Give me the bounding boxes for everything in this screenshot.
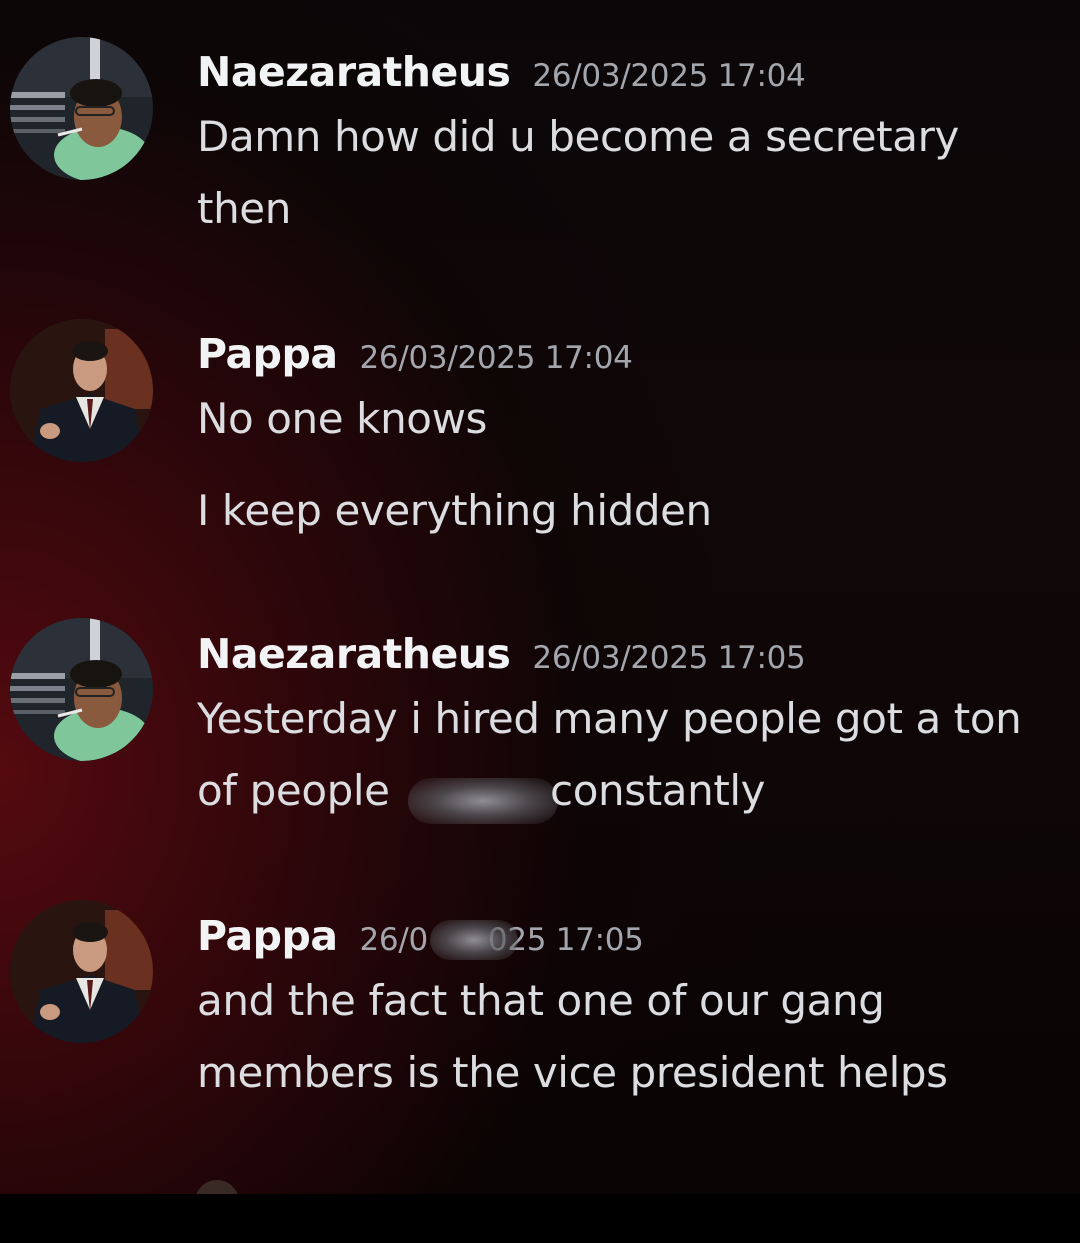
timestamp-start: 26/0	[359, 922, 428, 958]
timestamp: 26/03/2025 17:04	[359, 340, 633, 376]
message-text-line: constantly	[550, 766, 766, 815]
chat-screen: Naezaratheus 26/03/2025 17:04 Damn how di…	[0, 0, 1080, 1243]
username[interactable]: Naezaratheus	[197, 48, 511, 96]
message-text-line: Yesterday i hired many people got a ton	[197, 694, 1022, 743]
message-header: Naezaratheus 26/03/2025 17:04	[197, 48, 806, 96]
timestamp: 26/03/2025 17:05	[532, 640, 806, 676]
timestamp: 26/03/2025 17:04	[532, 58, 806, 94]
avatar-pappa[interactable]	[10, 900, 153, 1043]
message-header: Pappa 26/0 025 17:05	[197, 912, 644, 960]
message-text-line: of people	[197, 766, 390, 815]
avatar-naezaratheus[interactable]	[10, 37, 153, 180]
man-in-suit-avatar-icon	[10, 319, 153, 462]
username[interactable]: Pappa	[197, 330, 338, 378]
bottom-bar	[0, 1194, 1080, 1243]
message-header: Naezaratheus 26/03/2025 17:05	[197, 630, 806, 678]
message-text-line: Damn how did u become a secretary	[197, 112, 959, 161]
person-smoking-avatar-icon	[10, 618, 153, 761]
avatar-naezaratheus[interactable]	[10, 618, 153, 761]
message-text-line: No one knows	[197, 394, 488, 443]
message-text-line: members is the vice president helps	[197, 1048, 948, 1097]
message-header: Pappa 26/03/2025 17:04	[197, 330, 633, 378]
next-message-peek	[195, 1178, 795, 1194]
person-smoking-avatar-icon	[10, 37, 153, 180]
message-text-line: and the fact that one of our gang	[197, 976, 885, 1025]
username[interactable]: Pappa	[197, 912, 338, 960]
redaction-blur	[408, 778, 558, 824]
avatar-pappa[interactable]	[10, 319, 153, 462]
redaction-blur	[430, 920, 518, 960]
username[interactable]: Naezaratheus	[197, 630, 511, 678]
avatar-peek	[195, 1180, 239, 1194]
message-text-line: then	[197, 184, 291, 233]
message-text-line: I keep everything hidden	[197, 486, 712, 535]
man-in-suit-avatar-icon	[10, 900, 153, 1043]
